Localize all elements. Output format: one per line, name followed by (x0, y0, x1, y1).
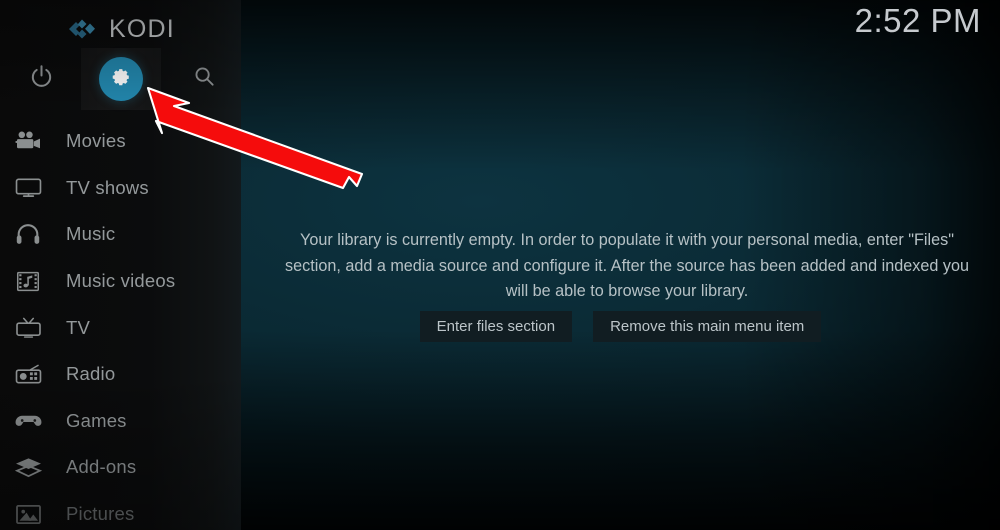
empty-library-actions: Enter files section Remove this main men… (241, 311, 1000, 342)
sidebar-item-label: Pictures (66, 503, 135, 525)
sidebar-item-label: Radio (66, 363, 116, 385)
sidebar-item-label: Movies (66, 130, 126, 152)
kodi-window: KODI Movies TV shows Music Music videos … (0, 0, 1000, 530)
power-button[interactable] (1, 48, 81, 110)
film-strip-note-icon (11, 268, 45, 294)
empty-library-message: Your library is currently empty. In orde… (285, 231, 969, 300)
sidebar-item-label: TV (66, 316, 91, 338)
sidebar-item-tv-shows[interactable]: TV shows (0, 165, 241, 212)
gear-icon (110, 66, 132, 93)
sidebar-item-music-videos[interactable]: Music videos (0, 258, 241, 305)
sidebar-item-games[interactable]: Games (0, 398, 241, 445)
sidebar-item-pictures[interactable]: Pictures (0, 491, 241, 530)
power-icon (29, 64, 54, 94)
sidebar-item-label: Add-ons (66, 456, 137, 478)
sidebar-menu: Movies TV shows Music Music videos TV Ra… (0, 118, 241, 530)
sidebar-item-tv[interactable]: TV (0, 304, 241, 351)
sidebar-item-label: TV shows (66, 176, 149, 198)
radio-icon (11, 361, 45, 387)
gamepad-icon (11, 408, 45, 434)
gear-button-circle (99, 57, 143, 101)
addons-box-icon (11, 454, 45, 480)
sidebar-item-music[interactable]: Music (0, 211, 241, 258)
television-icon (11, 175, 45, 201)
sidebar: KODI Movies TV shows Music Music videos … (0, 0, 241, 530)
settings-gear-button[interactable] (81, 48, 161, 110)
sidebar-item-add-ons[interactable]: Add-ons (0, 444, 241, 491)
sidebar-item-radio[interactable]: Radio (0, 351, 241, 398)
sidebar-item-label: Games (66, 409, 127, 431)
sidebar-item-movies[interactable]: Movies (0, 118, 241, 165)
kodi-logo-text: KODI (109, 14, 175, 43)
kodi-logo-icon (66, 16, 100, 42)
headphones-icon (11, 221, 45, 247)
tv-antenna-icon (11, 315, 45, 341)
enter-files-section-button[interactable]: Enter files section (419, 311, 573, 342)
sidebar-toolbar (0, 48, 241, 110)
sidebar-item-label: Music (66, 223, 116, 245)
remove-main-menu-item-button[interactable]: Remove this main menu item (593, 311, 822, 342)
movie-camera-icon (11, 128, 45, 154)
search-button[interactable] (164, 48, 244, 110)
kodi-logo: KODI (0, 8, 241, 50)
picture-frame-icon (11, 501, 45, 527)
search-icon (192, 64, 217, 94)
clock: 2:52 PM (854, 2, 981, 39)
sidebar-item-label: Music videos (66, 270, 176, 292)
